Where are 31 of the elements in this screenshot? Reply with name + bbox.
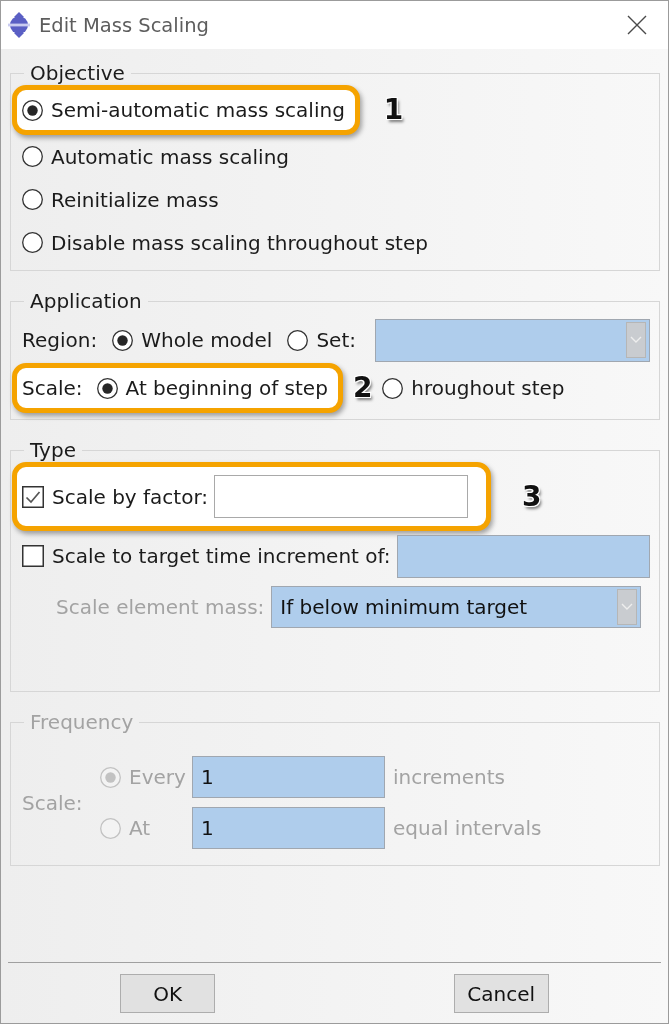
app-icon bbox=[8, 12, 30, 38]
field-label: Scale: bbox=[22, 376, 83, 400]
field-label: Scale element mass: bbox=[56, 595, 265, 619]
field-label: Scale: bbox=[22, 790, 84, 815]
window-title: Edit Mass Scaling bbox=[39, 13, 210, 37]
callout-number: 3 bbox=[522, 480, 542, 513]
chevron-down-icon bbox=[617, 589, 638, 625]
radio-option[interactable]: Semi-automatic mass scaling bbox=[22, 98, 345, 122]
radio-option[interactable]: Reinitialize mass bbox=[22, 187, 219, 212]
unit-label: increments bbox=[392, 765, 507, 789]
radio-option[interactable]: Disable mass scaling throughout step bbox=[22, 230, 428, 255]
dialog-button[interactable]: OK bbox=[120, 974, 216, 1013]
dialog-button[interactable]: Cancel bbox=[453, 974, 549, 1013]
callout-number: 2 bbox=[352, 372, 373, 404]
radio-option[interactable]: Set: bbox=[287, 328, 356, 352]
unit-label: equal intervals bbox=[392, 816, 543, 840]
field-label: Region: bbox=[22, 328, 98, 352]
text-field[interactable] bbox=[214, 475, 469, 518]
radio-option[interactable]: Automatic mass scaling bbox=[22, 144, 290, 169]
radio-option[interactable]: Whole model bbox=[112, 328, 273, 352]
group-title: Objective bbox=[29, 61, 126, 85]
group-title: Frequency bbox=[29, 710, 135, 734]
callout-number: 1 bbox=[383, 94, 404, 126]
checkbox-option[interactable]: Scale to target time increment of: bbox=[22, 544, 391, 568]
radio-option[interactable]: hroughout step bbox=[382, 376, 565, 400]
checkbox-option[interactable]: Scale by factor: bbox=[22, 484, 209, 509]
close-icon bbox=[627, 15, 647, 35]
chevron-down-icon bbox=[626, 322, 646, 358]
radio-option[interactable]: At beginning of step bbox=[96, 376, 328, 400]
group-title: Type bbox=[29, 438, 77, 462]
group-title: Application bbox=[29, 289, 143, 313]
